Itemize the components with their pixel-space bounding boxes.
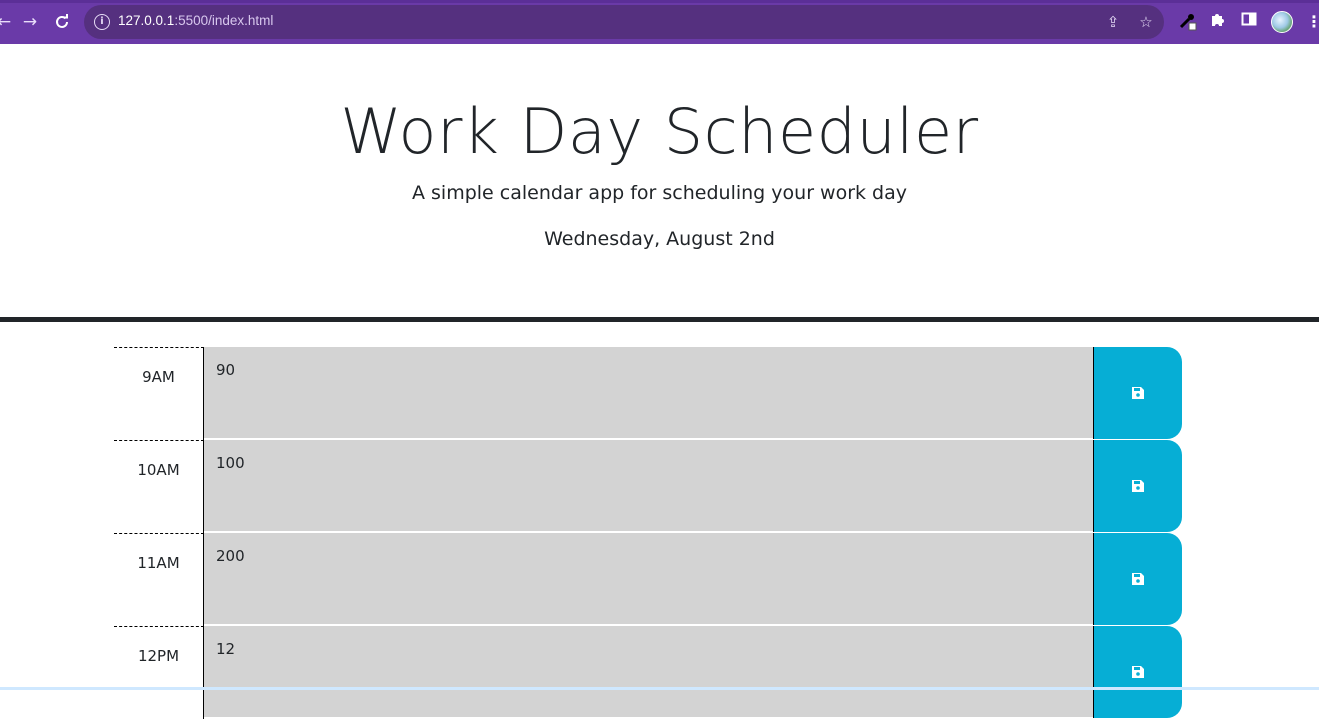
url-path: :5500/index.html: [174, 13, 274, 28]
arrow-left-icon: ←: [0, 12, 12, 32]
save-button[interactable]: [1093, 626, 1182, 718]
address-bar[interactable]: i 127.0.0.1:5500/index.html ⇪ ☆: [84, 5, 1164, 39]
url-text[interactable]: 127.0.0.1:5500/index.html: [118, 13, 273, 28]
jumbotron-header: Work Day Scheduler A simple calendar app…: [0, 44, 1319, 318]
time-block-10am: 10AM: [114, 440, 1182, 533]
side-panel-glyph: [1241, 12, 1257, 26]
save-button[interactable]: [1093, 440, 1182, 532]
url-host: 127.0.0.1: [118, 13, 175, 28]
time-block-9am: 9AM: [114, 347, 1182, 440]
hour-label: 9AM: [114, 347, 204, 440]
floppy-disk-icon: [1132, 387, 1144, 399]
back-button[interactable]: ←: [0, 10, 16, 34]
eyedropper-icon: [1179, 14, 1197, 31]
puzzle-icon: [1212, 14, 1224, 26]
browser-toolbar: ← → i 127.0.0.1:5500/index.html ⇪ ☆ ⋮: [0, 0, 1319, 44]
page-title: Work Day Scheduler: [340, 95, 979, 168]
share-icon[interactable]: ⇪: [1103, 12, 1123, 32]
description-input[interactable]: [204, 626, 1093, 718]
forward-button[interactable]: →: [18, 10, 42, 34]
description-input[interactable]: [204, 440, 1093, 532]
hour-label: 12PM: [114, 626, 204, 719]
extensions-puzzle-icon[interactable]: [1207, 11, 1229, 33]
save-button[interactable]: [1093, 347, 1182, 439]
side-panel-icon[interactable]: [1238, 11, 1260, 33]
tab-strip-edge: [0, 0, 1319, 3]
reload-button[interactable]: [50, 10, 74, 34]
reload-icon: [56, 14, 68, 28]
site-info-icon[interactable]: i: [94, 14, 110, 30]
floppy-disk-icon: [1132, 666, 1144, 678]
save-button[interactable]: [1093, 533, 1182, 625]
floppy-disk-icon: [1132, 480, 1144, 492]
description-input[interactable]: [204, 533, 1093, 625]
time-block-11am: 11AM: [114, 533, 1182, 626]
profile-avatar[interactable]: [1271, 11, 1293, 33]
current-day: Wednesday, August 2nd: [544, 228, 775, 250]
description-input[interactable]: [204, 347, 1093, 439]
header-divider: [0, 317, 1319, 322]
browser-menu-icon[interactable]: ⋮: [1306, 11, 1319, 33]
floppy-disk-icon: [1132, 573, 1144, 585]
page-subtitle: A simple calendar app for scheduling you…: [411, 182, 908, 204]
arrow-right-icon: →: [22, 12, 38, 32]
hour-label: 11AM: [114, 533, 204, 626]
hour-label: 10AM: [114, 440, 204, 533]
time-block-12pm: 12PM: [114, 626, 1182, 719]
bookmark-star-icon[interactable]: ☆: [1136, 12, 1156, 32]
eyedropper-extension-icon[interactable]: [1176, 11, 1198, 33]
